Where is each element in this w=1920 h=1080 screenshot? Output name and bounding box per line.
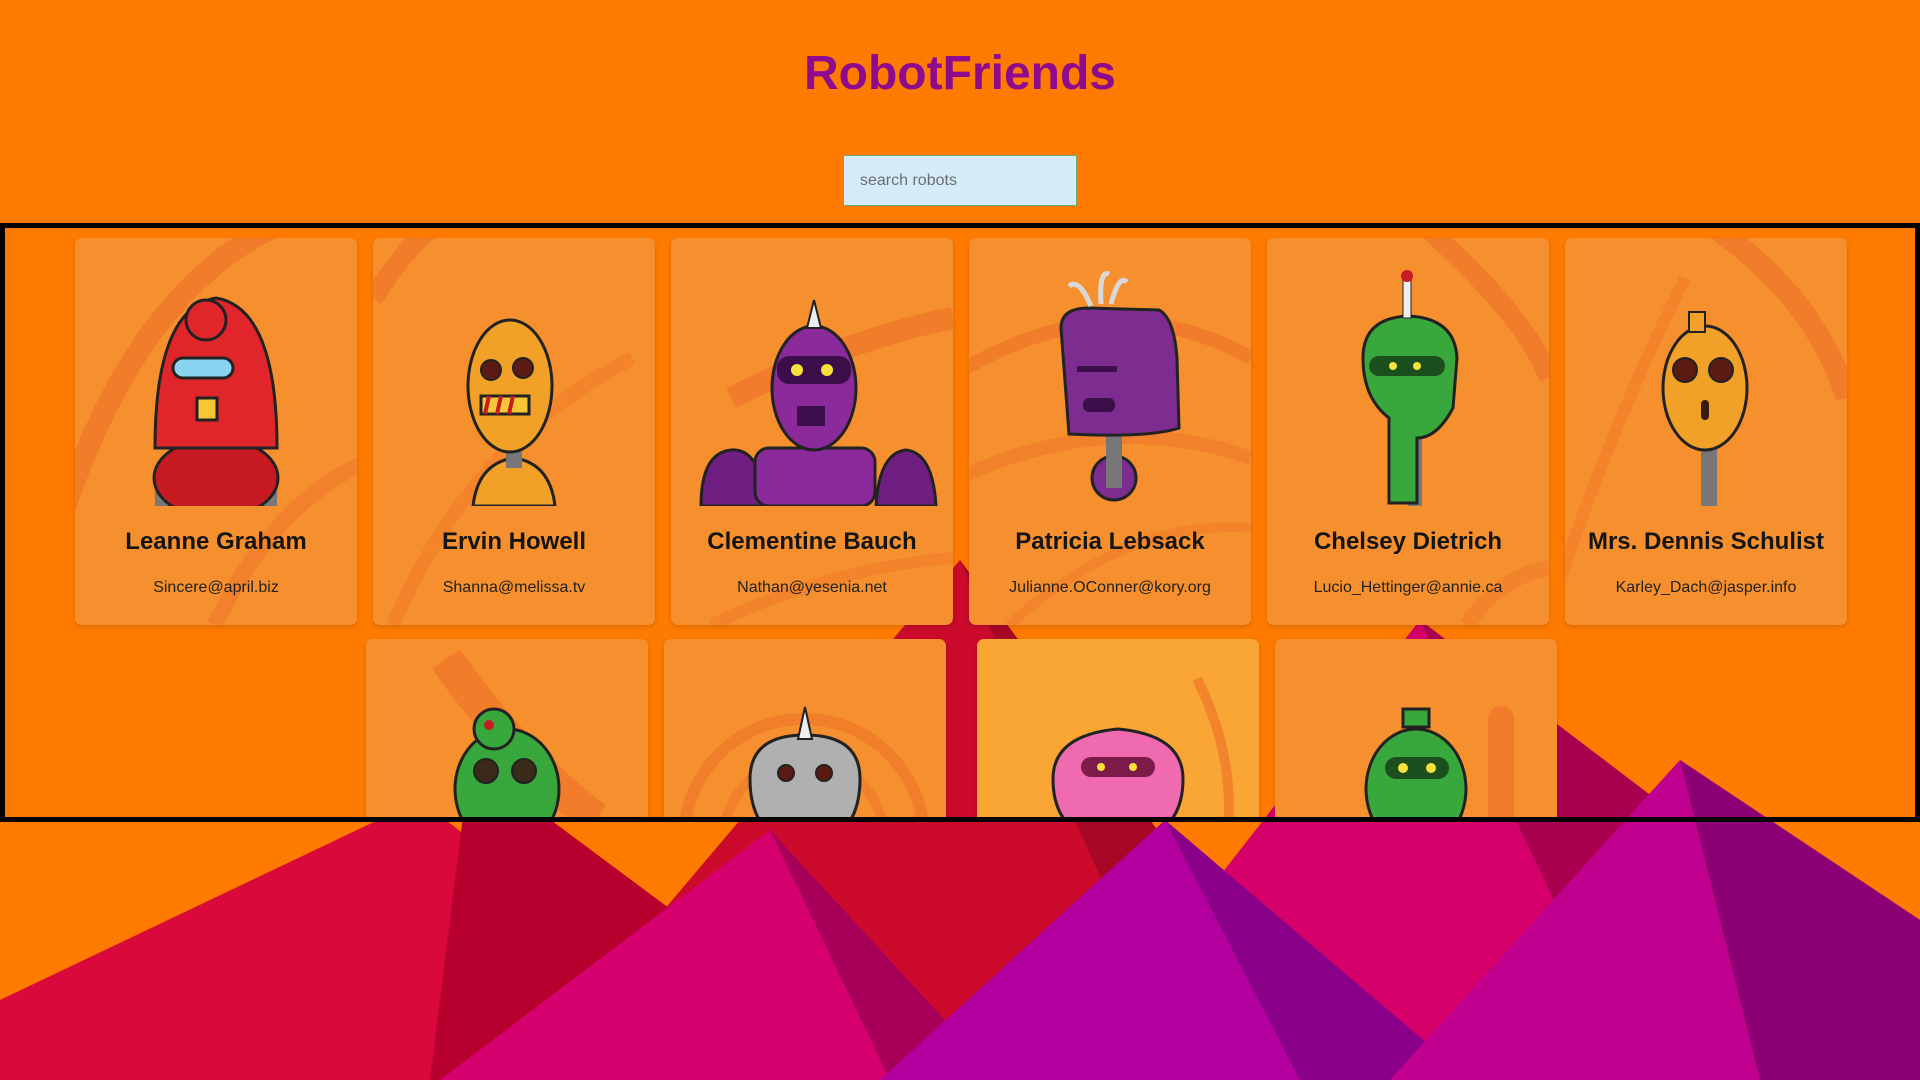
robot-email: Karley_Dach@jasper.info — [1615, 579, 1797, 596]
green-robot-icon — [1361, 270, 1459, 506]
robot-card[interactable]: Ervin Howell Shanna@melissa.tv — [373, 238, 655, 625]
robot-card[interactable]: Clementine Bauch Nathan@yesenia.net — [671, 238, 953, 625]
robot-card[interactable]: Chelsey Dietrich Lucio_Hettinger@annie.c… — [1267, 238, 1549, 625]
purple-box-robot-icon — [1059, 271, 1181, 502]
robot-name: Patricia Lebsack — [1015, 528, 1205, 555]
robot-card[interactable] — [664, 639, 946, 817]
robot-name: Clementine Bauch — [707, 528, 917, 555]
robot-email: Sincere@april.biz — [153, 579, 279, 596]
robot-card[interactable]: Leanne Graham Sincere@april.biz — [75, 238, 357, 625]
pink-robot-icon — [1051, 727, 1185, 817]
robot-card[interactable]: Patricia Lebsack Julianne.OConner@kory.o… — [969, 238, 1251, 625]
robot-email: Shanna@melissa.tv — [442, 579, 586, 596]
card-list[interactable]: Leanne Graham Sincere@april.biz Ervin Ho… — [0, 223, 1920, 822]
robot-card[interactable]: Mrs. Dennis Schulist Karley_Dach@jasper.… — [1565, 238, 1847, 625]
search-input[interactable] — [843, 155, 1077, 206]
robot-email: Lucio_Hettinger@annie.ca — [1313, 579, 1503, 596]
robot-name: Leanne Graham — [125, 528, 307, 555]
green-hat-robot-icon — [1364, 707, 1468, 817]
robot-name: Mrs. Dennis Schulist — [1587, 528, 1825, 555]
robot-card[interactable] — [977, 639, 1259, 817]
orange-egg-robot-icon — [1661, 311, 1749, 506]
green-round-robot-icon — [453, 707, 561, 817]
orange-robot-icon — [466, 318, 557, 506]
robot-email: Nathan@yesenia.net — [737, 579, 887, 596]
robot-name: Chelsey Dietrich — [1313, 528, 1503, 555]
robot-card[interactable] — [366, 639, 648, 817]
red-robot-icon — [152, 296, 280, 506]
robot-card[interactable] — [1275, 639, 1557, 817]
page-title: RobotFriends — [804, 47, 1116, 100]
robot-name: Ervin Howell — [441, 528, 587, 555]
robot-email: Julianne.OConner@kory.org — [1009, 579, 1211, 596]
purple-robot-icon — [699, 299, 938, 506]
grey-robot-icon — [748, 706, 862, 817]
